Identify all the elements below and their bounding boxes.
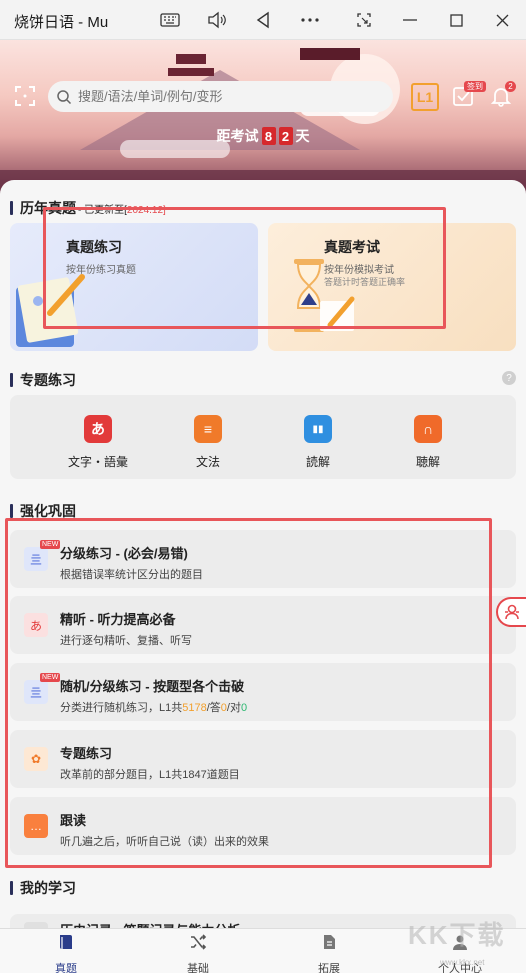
hero-banner [0,40,526,200]
countdown-digit: 2 [278,127,293,145]
section-title-text: 专题练习 [20,372,76,388]
help-icon[interactable]: ? [502,371,516,385]
pagoda-decoration [168,68,214,76]
customer-service-icon [505,604,519,620]
grammar-icon: ≡ [194,415,222,443]
nav-item-exams[interactable]: 真题 [36,933,96,973]
topic-label: 聴解 [415,455,440,469]
minimize-icon[interactable] [396,8,424,32]
vocabulary-icon: あ [84,415,112,443]
topic-reading[interactable]: ▮▮ 読解 [278,415,358,470]
volume-icon[interactable] [203,8,231,32]
topic-label: 文法 [195,455,220,469]
scan-icon[interactable] [14,85,36,107]
exam-countdown: 距考试 8 2 天 [0,126,526,146]
nav-item-basics[interactable]: 基础 [168,933,228,973]
reading-icon: ▮▮ [304,415,332,443]
temple-decoration [300,48,360,60]
keyboard-icon[interactable] [156,8,184,32]
shuffle-icon [191,934,207,950]
search-input[interactable] [78,89,378,104]
nav-label: 真题 [55,963,77,973]
section-marker [10,881,13,895]
more-icon[interactable] [296,8,324,32]
maximize-icon[interactable] [442,8,470,32]
section-marker [10,504,13,518]
listening-icon: ∩ [414,415,442,443]
topic-label: 読解 [305,455,330,469]
topic-label: 文字・語彙 [67,455,128,469]
window-title-bar: 烧饼日语 - Mu [0,0,526,40]
topic-vocabulary[interactable]: あ 文字・語彙 [58,415,138,470]
highlight-frame [43,207,446,329]
countdown-suffix: 天 [295,128,310,144]
screenshot-icon[interactable] [350,8,378,32]
section-marker [10,373,13,387]
back-icon[interactable] [249,8,277,32]
topic-grammar[interactable]: ≡ 文法 [168,415,248,470]
search-bar[interactable] [48,81,393,112]
customer-service-button[interactable] [496,597,526,627]
notification-count-badge: 2 [505,81,516,92]
document-icon [324,935,335,949]
nav-label: 拓展 [318,963,340,973]
book-icon [60,935,72,949]
section-title-my-study: 我的学习 [10,878,76,898]
watermark-url: www.kkx.net [440,958,485,967]
topic-grid: あ 文字・語彙 ≡ 文法 ▮▮ 読解 ∩ 聴解 [10,395,516,479]
level-badge[interactable]: L1 [411,83,439,111]
section-marker [10,201,13,215]
checkin-tag: 签到 [464,81,486,92]
window-title: 烧饼日语 - Mu [14,14,109,31]
countdown-digit: 8 [261,127,276,145]
highlight-frame [5,518,492,868]
countdown-prefix: 距考试 [216,128,259,144]
pagoda-decoration [176,54,206,64]
close-icon[interactable] [488,8,516,32]
topic-listening[interactable]: ∩ 聴解 [388,415,468,470]
search-icon [57,89,72,104]
nav-item-extend[interactable]: 拓展 [299,933,359,973]
watermark-logo: KK下载 [408,920,506,950]
section-title-topics: 专题练习 [10,370,76,390]
section-title-text: 我的学习 [20,880,76,896]
nav-label: 基础 [187,963,209,973]
